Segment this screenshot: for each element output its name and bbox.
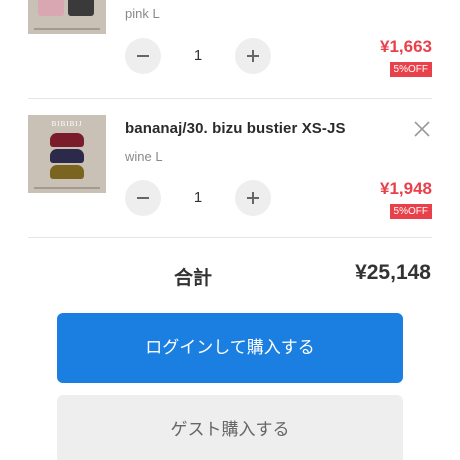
item-variant: wine L <box>125 149 163 164</box>
discount-badge: 5%OFF <box>389 204 432 219</box>
quantity-value: 1 <box>193 47 203 64</box>
quantity-stepper: 1 <box>125 38 271 74</box>
quantity-stepper: 1 <box>125 180 271 216</box>
close-icon <box>414 121 430 137</box>
increase-quantity-button[interactable] <box>235 38 271 74</box>
minus-icon <box>137 197 149 199</box>
thumbnail-brand-logo: BIBIBIJ <box>51 120 83 128</box>
item-variant: pink L <box>125 6 160 21</box>
item-price: ¥1,948 <box>380 179 432 198</box>
product-thumbnail[interactable]: BIBIBIJ <box>28 115 106 193</box>
plus-icon <box>247 50 259 62</box>
plus-icon <box>247 192 259 204</box>
item-name[interactable]: bananaj/30. bizu bustier XS-JS <box>125 120 346 137</box>
decrease-quantity-button[interactable] <box>125 180 161 216</box>
decrease-quantity-button[interactable] <box>125 38 161 74</box>
total-label: 合計 <box>174 268 213 289</box>
minus-icon <box>137 55 149 57</box>
discount-badge: 5%OFF <box>389 62 432 77</box>
quantity-value: 1 <box>193 189 203 206</box>
cart-item: BIBIBIJ bananaj/30. bizu bustier XS-JS w… <box>28 98 432 238</box>
item-price: ¥1,663 <box>380 37 432 56</box>
guest-purchase-button[interactable]: ゲスト購入する <box>57 395 403 460</box>
product-thumbnail[interactable] <box>28 0 106 34</box>
increase-quantity-button[interactable] <box>235 180 271 216</box>
remove-item-button[interactable] <box>412 119 432 139</box>
cart-item: pink L 1 ¥1,663 5%OFF <box>28 0 432 98</box>
login-purchase-button[interactable]: ログインして購入する <box>57 313 403 383</box>
total-value: ¥25,148 <box>355 261 431 284</box>
